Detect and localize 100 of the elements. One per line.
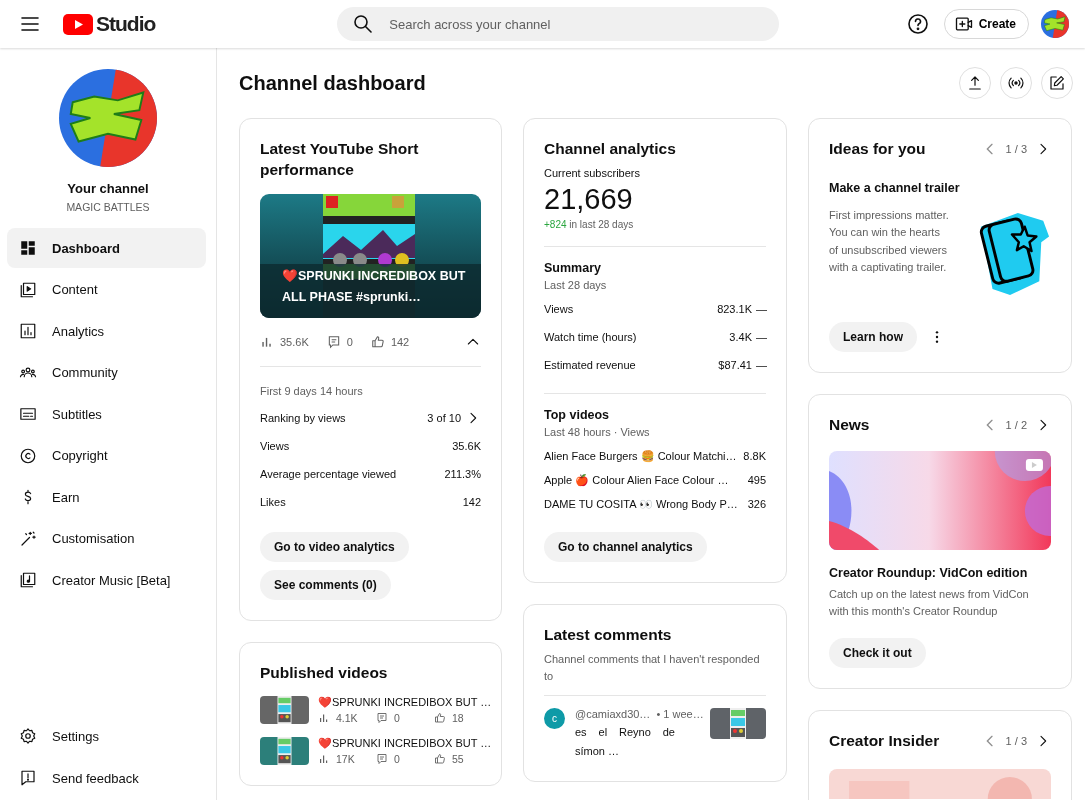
- card-title: Latest comments: [544, 625, 672, 645]
- music-note-icon: [19, 571, 37, 589]
- section-period: Last 48 hours · Views: [544, 426, 651, 438]
- metric-label: Average percentage viewed: [260, 468, 397, 480]
- metric-label: Views: [544, 303, 574, 315]
- metric-label: Estimated revenue: [544, 359, 636, 371]
- nav-item[interactable]: Analytics: [7, 311, 206, 351]
- view-count: 326: [747, 498, 766, 510]
- metric-value: 3 of 10: [427, 412, 461, 424]
- comment-text: es el Reyno de símon …: [575, 725, 675, 759]
- subscriber-count: 21,669: [544, 182, 634, 216]
- idea-text: First impressions matter. You can win the hearts of unsubscribed viewers with a captivating trailer.: [829, 208, 950, 276]
- trend-dash: —: [756, 303, 766, 315]
- comment-author[interactable]: @camiaxd30…: [575, 708, 651, 720]
- subscriber-change: +824: [544, 219, 567, 230]
- upload-icon: [966, 74, 984, 92]
- pager-count: 1 / 3: [1005, 142, 1027, 155]
- nav-item[interactable]: Earn: [7, 477, 206, 517]
- view-count: 8.8K: [743, 450, 766, 462]
- like-count: 142: [390, 336, 410, 348]
- pill-button[interactable]: Learn how: [829, 322, 917, 352]
- search-field[interactable]: Search across your channel: [389, 9, 766, 39]
- pager-count: 1 / 2: [1005, 418, 1027, 431]
- video-title[interactable]: ❤SPRUNKI INCREDIBOX BUT …: [318, 696, 492, 709]
- card-title: Creator Insider: [829, 731, 940, 751]
- pill-button[interactable]: Check it out: [829, 638, 926, 668]
- nav-item[interactable]: Content: [7, 269, 206, 310]
- copyright-icon: [19, 446, 37, 465]
- trend-dash: —: [756, 359, 766, 371]
- metric-value: 3.4K: [729, 331, 752, 343]
- view-count: 17K: [336, 753, 355, 765]
- nav-item[interactable]: Community: [7, 352, 206, 393]
- article-title: Creator Roundup: VidCon edition: [829, 566, 1029, 580]
- comment-count: 0: [394, 712, 400, 724]
- video-title[interactable]: DAME TU COSITA 👀 Wrong Body P…: [544, 497, 738, 511]
- metric-value: $87.41: [718, 359, 752, 371]
- view-count: 4.1K: [336, 712, 358, 724]
- bar-chart-icon: [19, 322, 37, 340]
- card-title: Ideas for you: [829, 139, 926, 159]
- video-title[interactable]: ❤SPRUNKI INCREDIBOX BUT …: [318, 737, 492, 750]
- video-title[interactable]: Apple 🍎 Colour Alien Face Colour …: [544, 473, 729, 487]
- nav-item[interactable]: Subtitles: [7, 394, 206, 434]
- search-bar[interactable]: Search across your channel: [337, 7, 780, 41]
- settings-icon: [19, 727, 37, 745]
- period-label: First 9 days 14 hours: [260, 385, 364, 397]
- play-logo-icon: [63, 13, 93, 35]
- channel-label: Your channel: [67, 181, 149, 196]
- metric-label: Watch time (hours): [544, 331, 637, 343]
- account-avatar: [1041, 10, 1069, 38]
- like-icon: [434, 753, 446, 765]
- card-subtitle: Channel comments that I haven't responded to: [544, 652, 761, 684]
- card-title: Channel analytics: [544, 139, 676, 159]
- help-icon[interactable]: [905, 12, 930, 36]
- like-icon: [370, 335, 385, 349]
- create-button[interactable]: Create: [943, 9, 1029, 39]
- comment-count: 0: [394, 753, 400, 765]
- section-title: Summary: [544, 261, 602, 275]
- metric-value: 823.1K: [717, 303, 752, 315]
- live-button[interactable]: [1000, 67, 1032, 99]
- views-icon: [318, 753, 330, 765]
- video-title: ❤SPRUNKI INCREDIBOX BUT ALL PHASE #sprunki…: [282, 268, 467, 306]
- card-title: Latest YouTube Short performance: [260, 139, 420, 180]
- page-title: Channel dashboard: [239, 71, 426, 95]
- logo-text: Studio: [96, 12, 156, 36]
- article-text: Catch up on the latest news from VidCon with this month's Creator Roundup: [829, 587, 1030, 619]
- metric-value: 142: [462, 496, 481, 508]
- section-title: Top videos: [544, 408, 611, 422]
- pill-button[interactable]: Go to channel analytics: [544, 532, 707, 562]
- change-period: in last 28 days: [569, 219, 634, 230]
- pager-count: 1 / 3: [1005, 734, 1027, 747]
- subtitles-icon: [19, 405, 37, 423]
- edit-button[interactable]: [1041, 67, 1073, 99]
- pill-button[interactable]: Go to video analytics: [260, 532, 409, 562]
- upload-button[interactable]: [959, 67, 991, 99]
- nav-item[interactable]: Creator Music [Beta]: [7, 560, 206, 600]
- metric-label: Likes: [260, 496, 286, 508]
- nav-item[interactable]: Settings: [7, 716, 206, 756]
- dashboard-icon: [19, 239, 37, 257]
- section-period: Last 28 days: [544, 279, 608, 291]
- pill-button[interactable]: See comments (0): [260, 570, 391, 600]
- metric-value: 35.6K: [452, 440, 481, 452]
- metric-value: 211.3%: [444, 468, 481, 480]
- metric-label: Views: [260, 440, 290, 452]
- video-stack-icon: [19, 280, 37, 299]
- nav-item[interactable]: Customisation: [7, 518, 206, 559]
- view-count: 35.6K: [280, 336, 309, 348]
- magic-wand-icon: [19, 529, 37, 548]
- video-title[interactable]: Alien Face Burgers 🍔 Colour Matchi…: [544, 449, 737, 463]
- like-icon: [434, 712, 446, 724]
- nav-item[interactable]: Dashboard: [7, 228, 206, 268]
- edit-icon: [1048, 74, 1066, 92]
- comment-avatar: c: [544, 708, 565, 729]
- feedback-icon: [19, 769, 37, 787]
- card-title: News: [829, 415, 870, 435]
- nav-item[interactable]: Send feedback: [7, 758, 206, 798]
- subscribers-label: Current subscribers: [544, 167, 641, 179]
- comment-icon: [326, 335, 341, 349]
- nav-item[interactable]: Copyright: [7, 435, 206, 476]
- views-icon: [260, 335, 274, 349]
- comment-count: 0: [346, 336, 353, 348]
